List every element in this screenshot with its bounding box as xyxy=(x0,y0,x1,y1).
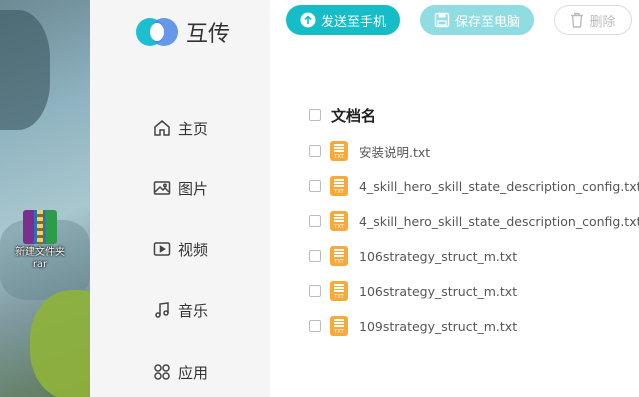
txt-file-icon xyxy=(330,246,348,266)
sidebar-item-apps[interactable]: 应用 xyxy=(152,360,208,384)
row-checkbox[interactable] xyxy=(309,320,321,332)
apps-icon xyxy=(154,364,170,380)
row-checkbox[interactable] xyxy=(309,215,321,227)
txt-file-icon xyxy=(330,176,348,196)
txt-file-icon xyxy=(330,281,348,301)
desktop-background: 新建文件夹 rar xyxy=(0,0,90,397)
delete-button-label: 删除 xyxy=(589,14,616,30)
column-header-name: 文档名 xyxy=(331,106,377,125)
file-name: 安装说明.txt xyxy=(359,144,431,160)
file-row[interactable]: 4_skill_hero_skill_state_description_con… xyxy=(309,209,639,233)
image-icon xyxy=(153,181,171,195)
row-checkbox[interactable] xyxy=(309,250,321,262)
save-icon xyxy=(434,12,450,28)
file-row[interactable]: 109strategy_struct_m.txt xyxy=(309,314,517,338)
row-checkbox[interactable] xyxy=(309,145,321,157)
file-list-header: 文档名 xyxy=(309,103,376,127)
file-row[interactable]: 106strategy_struct_m.txt xyxy=(309,244,517,268)
file-name: 106strategy_struct_m.txt xyxy=(359,283,518,299)
app-logo: 互传 xyxy=(136,16,230,48)
toolbar: 发送至手机 保存至电脑 删除 xyxy=(286,5,639,37)
txt-file-icon xyxy=(330,141,348,161)
save-button-label: 保存至电脑 xyxy=(454,14,520,30)
sidebar-item-label: 图片 xyxy=(178,179,209,198)
file-name: 4_skill_hero_skill_state_description_con… xyxy=(359,178,639,194)
music-icon xyxy=(155,302,169,318)
sidebar-item-label: 主页 xyxy=(178,119,209,138)
sidebar-item-label: 视频 xyxy=(178,240,209,259)
rar-archive-icon xyxy=(23,210,57,244)
sidebar-item-images[interactable]: 图片 xyxy=(152,176,208,200)
sidebar-item-home[interactable]: 主页 xyxy=(152,116,208,140)
background-shape xyxy=(0,10,50,130)
txt-file-icon xyxy=(330,211,348,231)
select-all-checkbox[interactable] xyxy=(309,109,321,121)
video-icon xyxy=(153,242,171,256)
sidebar-item-video[interactable]: 视频 xyxy=(152,237,208,261)
txt-file-icon xyxy=(330,316,348,336)
sidebar-item-music[interactable]: 音乐 xyxy=(152,298,208,322)
logo-icon xyxy=(136,16,180,48)
file-name: 109strategy_struct_m.txt xyxy=(359,318,518,334)
save-to-pc-button[interactable]: 保存至电脑 xyxy=(420,5,534,35)
home-icon xyxy=(154,120,170,136)
file-row[interactable]: 4_skill_hero_skill_state_description_con… xyxy=(309,174,639,198)
send-button-label: 发送至手机 xyxy=(320,14,386,30)
file-row[interactable]: 106strategy_struct_m.txt xyxy=(309,279,517,303)
desktop-rar-file[interactable]: 新建文件夹 rar xyxy=(8,210,72,271)
sidebar-item-label: 应用 xyxy=(178,363,209,382)
delete-button[interactable]: 删除 xyxy=(554,5,632,35)
sidebar-item-label: 音乐 xyxy=(178,301,209,320)
row-checkbox[interactable] xyxy=(309,180,321,192)
desktop-icon-label: 新建文件夹 rar xyxy=(15,247,65,270)
upload-icon xyxy=(300,12,316,28)
file-name: 4_skill_hero_skill_state_description_con… xyxy=(359,213,639,229)
send-to-phone-button[interactable]: 发送至手机 xyxy=(286,5,400,35)
app-window: 互传 主页 图片 视频 音乐 应用 发送至手机 保存至电脑 删除 文档名 TXT… xyxy=(90,0,639,397)
file-name: 106strategy_struct_m.txt xyxy=(359,248,518,264)
file-row[interactable]: 安装说明.txt xyxy=(309,139,430,163)
sidebar: 互传 主页 图片 视频 音乐 应用 xyxy=(90,0,270,397)
app-name: 互传 xyxy=(186,22,231,47)
row-checkbox[interactable] xyxy=(309,285,321,297)
trash-icon xyxy=(570,12,584,28)
background-shape xyxy=(30,290,90,397)
